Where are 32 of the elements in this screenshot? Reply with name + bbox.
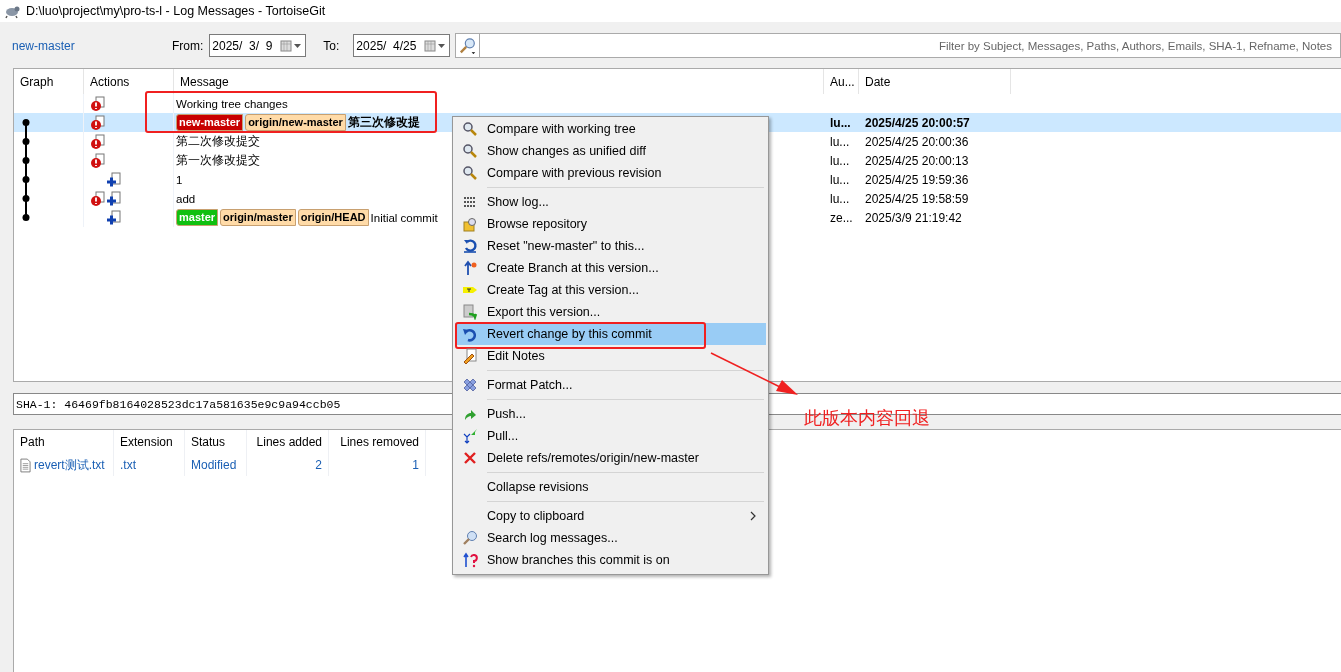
lines-added-cell: 2 [315,458,322,472]
date-cell: 2025/3/9 21:19:42 [865,210,962,225]
to-label: To: [323,38,340,53]
status-cell: Modified [191,458,237,472]
author-cell: lu... [830,191,850,206]
date-cell: 2025/4/25 19:58:59 [865,191,969,206]
extension-cell: .txt [120,458,136,472]
ref-label: origin/master [220,209,296,226]
commit-message: 1 [176,173,183,186]
author-cell: lu... [830,172,850,187]
author-cell: lu... [830,153,850,168]
commit-message: Working tree changes [176,97,288,110]
commit-message: 第一次修改提交 [176,153,260,168]
lines-removed-cell: 1 [412,458,419,472]
commit-message: add [176,192,196,205]
commit-message: 第二次修改提交 [176,134,260,149]
commit-message: 第三次修改提 [347,114,420,131]
author-cell: lu... [830,134,850,149]
ref-label: new-master [176,114,244,131]
date-cell: 2025/4/25 20:00:36 [865,134,969,149]
date-cell: 2025/4/25 20:00:13 [865,153,969,168]
ref-label: origin/HEAD [297,209,369,226]
author-cell: lu... [830,115,851,130]
date-cell: 2025/4/25 19:59:36 [865,172,969,187]
annotation-text: 此版本内容回退 [804,407,930,430]
author-cell: ze... [830,210,853,225]
ref-label: origin/new-master [245,114,346,131]
ref-label: master [176,209,219,226]
from-label: From: [172,38,204,53]
date-cell: 2025/4/25 20:00:57 [865,115,970,130]
commit-message: Initial commit [370,211,438,224]
window-title: D:\luo\project\my\pro-ts-l - Log Messages - TortoiseGit [26,4,326,18]
